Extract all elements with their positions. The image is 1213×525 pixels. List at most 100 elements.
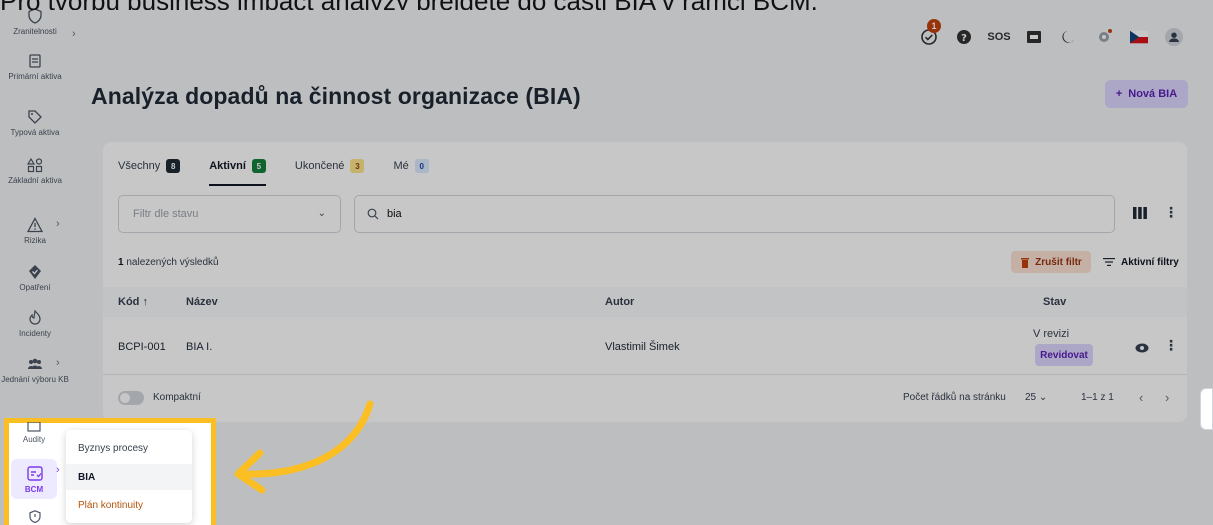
sidebar-item-vulnerabilities[interactable]: Zranitelnosti [0,8,70,36]
instruction-caption: Pro tvorbu business impact analýzy přejd… [0,0,1213,10]
flame-icon [29,310,41,325]
tab-mine-label: Mé [393,160,409,172]
shield-alert-icon[interactable] [29,510,41,523]
tag-icon [28,110,42,124]
row-author: Vlastimil Šimek [605,341,680,353]
sidebar-label: Zranitelnosti [13,27,57,36]
row-name: BIA I. [186,341,213,353]
eye-icon[interactable] [1135,342,1149,354]
table-header: Kód ↑ Název Autor Stav [103,287,1187,317]
tab-active[interactable]: Aktivní 5 [209,154,266,186]
sidebar-label: Incidenty [18,329,52,338]
rows-per-page-select[interactable]: 25 ⌄ [1025,392,1047,403]
gear-icon [1099,29,1112,42]
compact-toggle[interactable] [118,391,144,405]
sidebar-item-type-assets[interactable]: Typová aktiva [0,109,70,137]
language-button[interactable] [1130,28,1148,46]
rows-per-page-value: 25 [1025,392,1037,403]
search-field[interactable] [354,195,1115,233]
sidebar-item-primary-assets[interactable]: Primární aktiva [0,53,70,81]
more-options-icon[interactable]: ⋮ [1164,205,1178,219]
sidebar-item-base-assets[interactable]: Základní aktiva [0,157,70,185]
tab-mine-count: 0 [414,159,429,173]
chevron-right-icon: › [56,218,60,230]
sidebar-item-bcm-label: BCM [24,485,44,494]
active-filters-button[interactable]: Aktivní filtry [1103,251,1179,273]
svg-text:?: ? [961,33,967,44]
bcm-submenu: Byznys procesy BIA Plán kontinuity [66,430,192,523]
sidebar-label: Audity [22,435,46,444]
page-title: Analýza dopadů na činnost organizace (BI… [91,83,581,109]
next-page-button[interactable]: › [1165,390,1169,405]
tab-finished[interactable]: Ukončené 3 [295,154,365,178]
help-button[interactable]: ? [955,28,973,46]
row-more-icon[interactable]: ⋮ [1164,338,1178,352]
sidebar-item-measures[interactable]: Opatření [0,264,70,292]
table-row[interactable]: BCPI-001 BIA I. Vlastimil Šimek V revizi… [103,317,1187,375]
clear-filter-button[interactable]: Zrušit filtr [1011,251,1091,273]
tab-all-count: 8 [166,159,181,173]
submenu-item-bia[interactable]: BIA [66,464,192,490]
rows-per-page-label: Počet řádků na stránku [903,392,1006,403]
row-state: V revizi [1033,328,1070,340]
plus-icon: + [1115,88,1123,100]
header-name[interactable]: Název [186,296,218,308]
sos-button[interactable]: SOS [987,28,1010,46]
tab-all[interactable]: Všechny 8 [118,154,181,178]
state-filter-select[interactable]: Filtr dle stavu ⌄ [118,195,341,233]
sidebar-label: Jednání výboru KB [1,375,69,384]
active-filters-label: Aktivní filtry [1121,256,1179,268]
chevron-right-icon: › [72,28,76,40]
sidebar-label: Primární aktiva [8,72,62,81]
header-code[interactable]: Kód ↑ [118,296,148,308]
filter-lines-icon [1103,258,1115,266]
settings-button[interactable] [1095,28,1113,46]
help-icon: ? [957,30,971,44]
dark-mode-button[interactable] [1060,28,1078,46]
header-state[interactable]: Stav [1043,296,1066,308]
review-button[interactable]: Revidovat [1035,344,1093,366]
sidebar-label: Rizika [24,236,46,245]
prev-page-button[interactable]: ‹ [1139,390,1143,405]
header-author[interactable]: Autor [605,296,634,308]
tab-all-label: Všechny [118,160,161,172]
moon-icon [1062,31,1074,43]
chevron-right-icon: › [56,357,60,369]
tab-bar: Všechny 8 Aktivní 5 Ukončené 3 Mé 0 [118,154,429,186]
tab-active-count: 5 [251,159,266,173]
user-avatar[interactable] [1165,28,1183,46]
sidebar-label: Typová aktiva [10,128,60,137]
shield-icon [28,8,42,24]
tasks-button[interactable]: 1 [920,19,941,46]
notification-badge: 1 [927,19,941,33]
results-count: 1 nalezených výsledků [118,257,219,268]
server-icon [29,54,41,68]
tab-finished-count: 3 [350,159,365,173]
side-panel-handle[interactable] [1200,388,1213,430]
results-number: 1 [118,257,124,268]
tab-finished-label: Ukončené [294,160,345,172]
search-input[interactable] [387,208,987,220]
row-code: BCPI-001 [118,341,166,353]
czech-flag-icon [1130,30,1148,44]
search-icon [367,208,379,220]
submenu-item-business-processes[interactable]: Byznys procesy [66,435,192,461]
pdf-button[interactable] [1025,28,1043,46]
sidebar-item-audits[interactable]: Audity [9,422,59,444]
compact-label: Kompaktní [153,392,201,403]
new-bia-button[interactable]: + Nová BIA [1105,80,1188,108]
new-bia-label: Nová BIA [1128,88,1178,100]
header-code-label: Kód [118,296,140,308]
clipboard-icon [27,422,41,432]
topbar-icons: 1 ? SOS [920,19,1183,48]
pointer-arrow-icon [234,400,374,494]
submenu-item-continuity-plan[interactable]: Plán kontinuity [66,492,192,518]
tab-mine[interactable]: Mé 0 [393,154,429,178]
columns-icon[interactable] [1133,207,1147,219]
shield-check-icon [29,265,41,279]
pdf-icon [1027,31,1041,43]
sidebar-item-incidents[interactable]: Incidenty [0,310,70,338]
people-icon [28,358,42,369]
bcm-icon [27,466,43,481]
pagination-range: 1–1 z 1 [1081,392,1114,403]
